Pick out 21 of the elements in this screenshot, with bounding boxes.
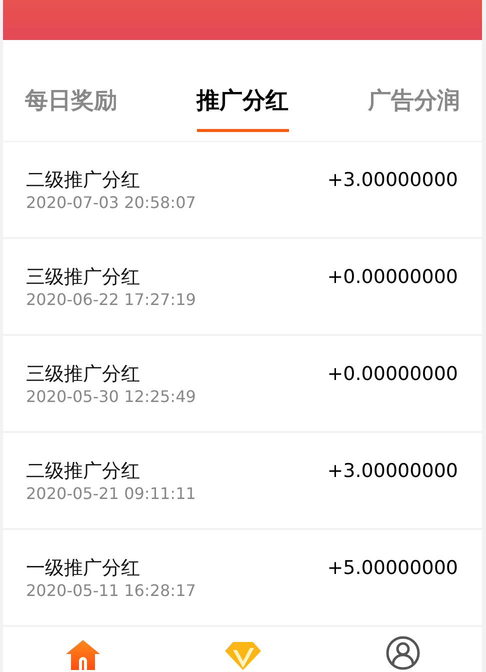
record-time: 2020-05-21 09:11:11 — [26, 483, 196, 505]
record-title: 二级推广分红 — [26, 168, 141, 192]
record-time: 2020-05-30 12:25:49 — [26, 386, 196, 408]
record-amount: +3.00000000 — [327, 459, 458, 484]
record-amount: +5.00000000 — [327, 556, 458, 581]
record-time: 2020-07-03 20:58:07 — [26, 192, 196, 214]
profile-icon[interactable] — [386, 636, 420, 672]
record-amount: +0.00000000 — [327, 265, 458, 290]
home-icon[interactable] — [66, 640, 100, 672]
record-amount: +3.00000000 — [327, 168, 458, 193]
record-time: 2020-06-22 17:27:19 — [26, 289, 196, 311]
record-amount: +0.00000000 — [327, 362, 458, 387]
record-title: 三级推广分红 — [26, 265, 141, 289]
tab[interactable]: 广告分润 — [368, 70, 460, 132]
tab[interactable]: 推广分红 — [196, 70, 288, 132]
record-title: 三级推广分红 — [26, 362, 141, 386]
diamond-icon[interactable] — [224, 642, 260, 672]
record-title: 二级推广分红 — [26, 459, 141, 483]
record-time: 2020-05-11 16:28:17 — [26, 580, 196, 602]
tab[interactable]: 每日奖励 — [25, 70, 117, 132]
record-title: 一级推广分红 — [26, 556, 141, 580]
